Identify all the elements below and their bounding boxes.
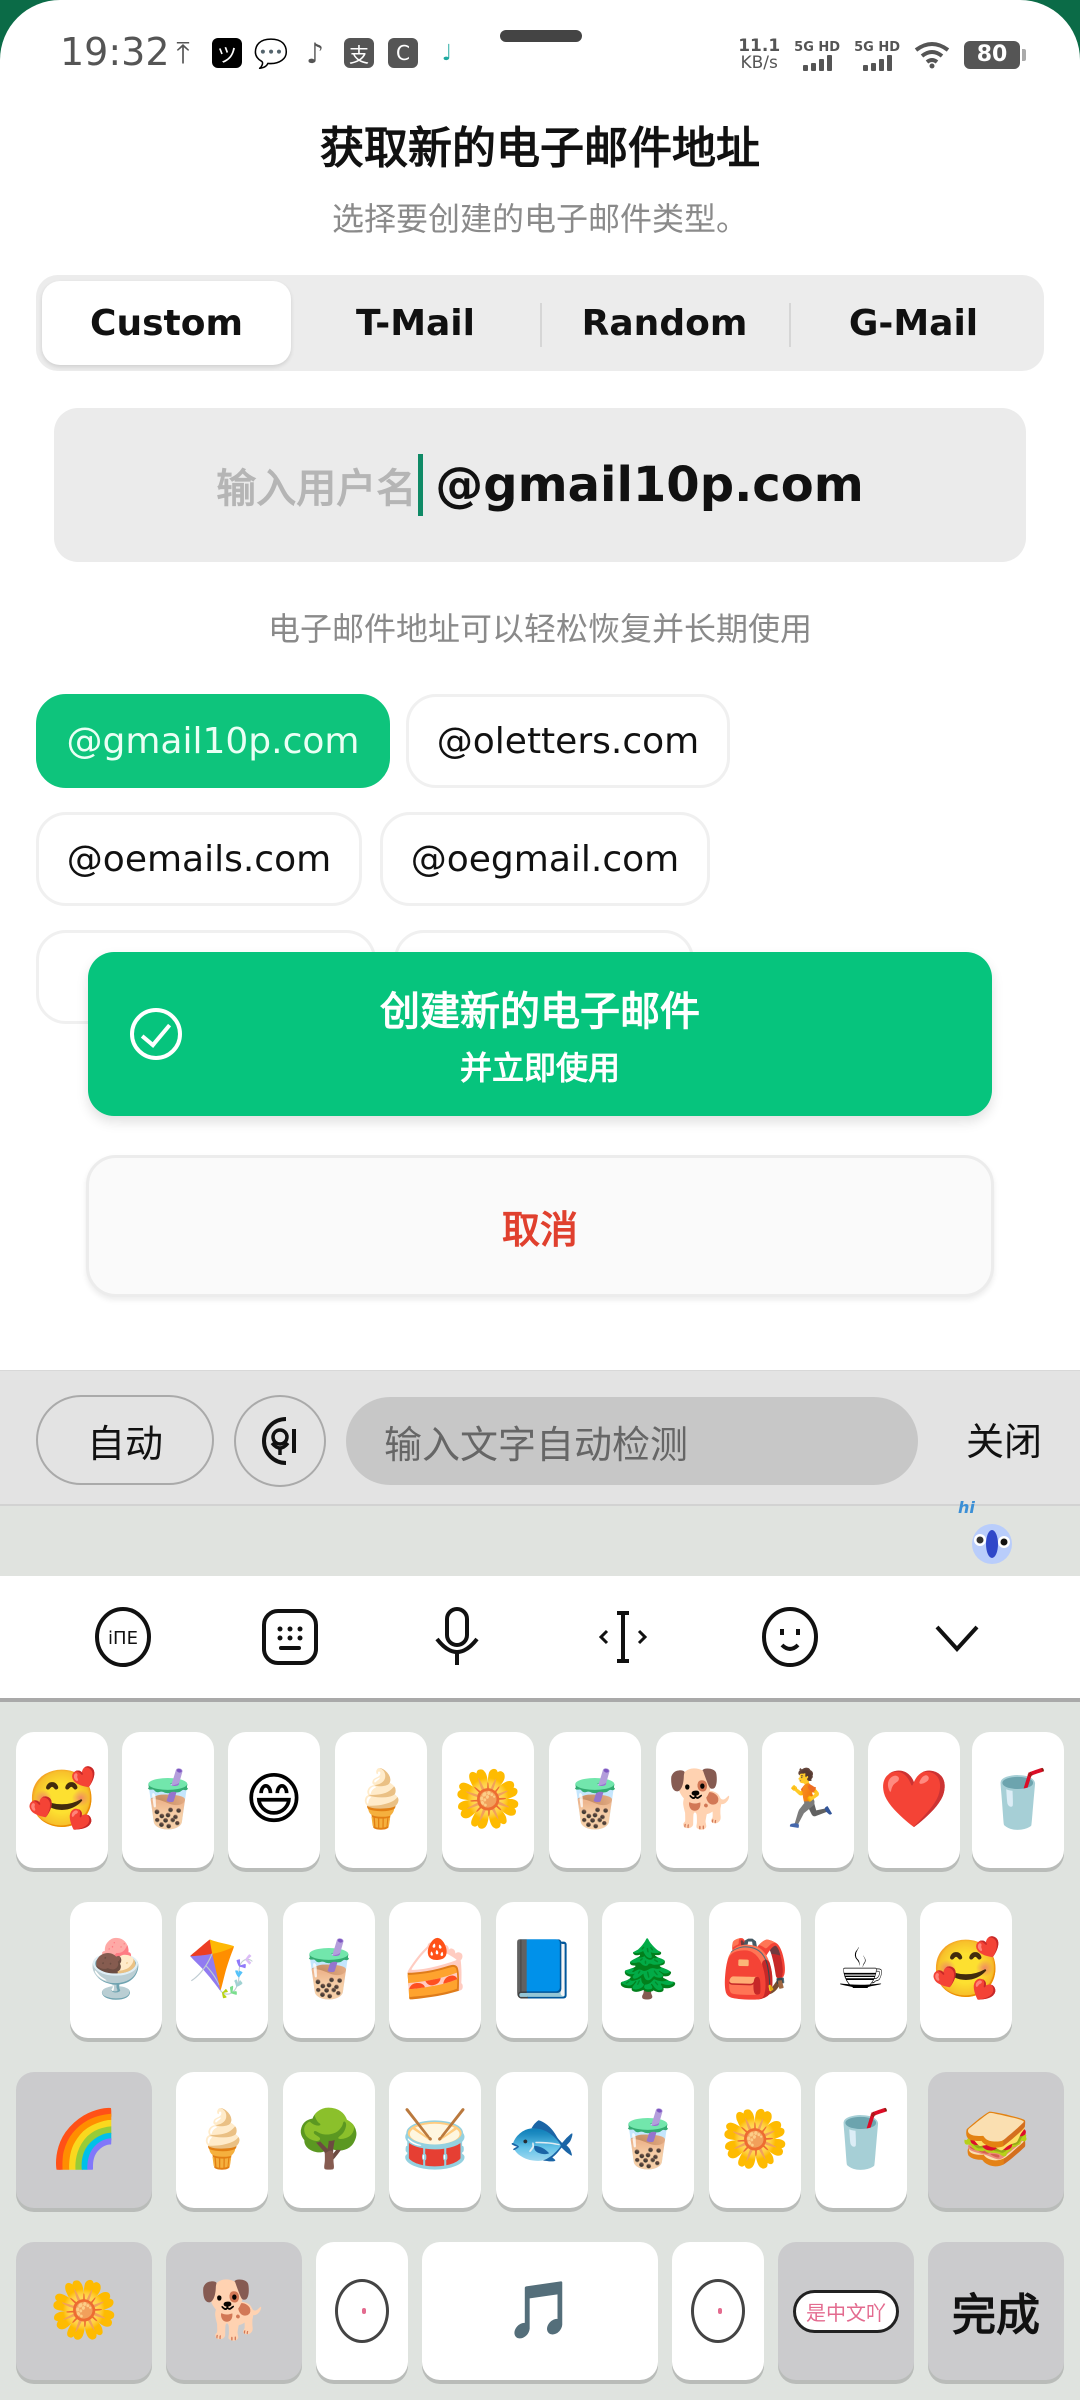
sticker-key[interactable]: 😄 — [228, 1732, 320, 1868]
mascot-strip: hi — [0, 1498, 1080, 1576]
domain-chip[interactable]: @oemails.com — [36, 812, 362, 906]
sticker-key[interactable]: 🌳 — [283, 2072, 375, 2208]
sticker-key[interactable]: 🥰 — [920, 1902, 1012, 2038]
email-creation-sheet: 19:32 ⤒ ツ 💬 ♪ 支 C ♩ 11.1 KB/s 5G HD 5G H… — [0, 0, 1080, 2400]
microphone-icon[interactable] — [427, 1607, 487, 1667]
status-time: 19:32 — [60, 30, 170, 74]
sticker-key[interactable]: ☕ — [815, 1902, 907, 2038]
ime-translate-bar: 自动 输入文字自动检测 关闭 — [0, 1370, 1080, 1506]
check-circle-icon — [130, 1008, 182, 1060]
sticker-key[interactable]: 📘 — [496, 1902, 588, 2038]
speech-bubble-key[interactable] — [316, 2242, 408, 2380]
upload-icon: ⤒ — [176, 35, 190, 71]
create-button-label: 创建新的电子邮件 — [380, 989, 700, 1035]
create-email-button[interactable]: 创建新的电子邮件 并立即使用 — [88, 952, 992, 1116]
voice-translate-button[interactable] — [234, 1395, 326, 1487]
domain-suffix: @gmail10p.com — [435, 457, 864, 513]
cancel-button[interactable]: 取消 — [86, 1155, 994, 1297]
tab-g-mail[interactable]: G-Mail — [789, 281, 1038, 365]
sticker-key[interactable]: 🧋 — [122, 1732, 214, 1868]
sim1-signal: 5G HD — [794, 40, 840, 71]
sticker-key[interactable]: 🐟 — [496, 2072, 588, 2208]
cursor-icon[interactable] — [593, 1607, 653, 1667]
sticker-key[interactable]: ❤️ — [868, 1732, 960, 1868]
voice-mic-icon — [262, 1417, 296, 1465]
sticker-key[interactable]: 🌼 — [709, 2072, 801, 2208]
text-caret — [418, 454, 424, 516]
sticker-key[interactable]: 🌈 — [16, 2072, 152, 2208]
username-placeholder: 输入用户名 — [216, 466, 417, 512]
sticker-key[interactable]: 🥰 — [16, 1732, 108, 1868]
sticker-key[interactable]: 🧋 — [549, 1732, 641, 1868]
sticker-key[interactable]: 🐕 — [166, 2242, 302, 2380]
sticker-key[interactable]: 🌼 — [442, 1732, 534, 1868]
wifi-icon — [914, 42, 950, 69]
auto-language-button[interactable]: 自动 — [36, 1395, 214, 1485]
speech-bubble-icon — [335, 2279, 389, 2343]
collapse-chevron-icon[interactable] — [927, 1607, 987, 1667]
sticker-key[interactable]: 🍦 — [176, 2072, 268, 2208]
sticker-key[interactable]: 🥤 — [815, 2072, 907, 2208]
speech-bubble-key[interactable] — [672, 2242, 764, 2380]
translate-icon[interactable]: iΠE — [93, 1607, 153, 1667]
hint-text: 电子邮件地址可以轻松恢复并长期使用 — [267, 610, 812, 648]
sticker-key[interactable]: 🧋 — [283, 1902, 375, 2038]
sticker-key[interactable]: 🪁 — [176, 1902, 268, 2038]
sticker-key[interactable]: 🍰 — [389, 1902, 481, 2038]
sticker-key[interactable]: 🥪 — [928, 2072, 1064, 2208]
ime-mascot[interactable]: hi — [958, 1498, 1018, 1570]
mascot-icon — [972, 1524, 1012, 1564]
email-type-tabs: Custom T-Mail Random G-Mail — [36, 275, 1044, 371]
ime-text-input[interactable]: 输入文字自动检测 — [346, 1397, 918, 1485]
chinese-mode-key[interactable]: 是中文吖 — [778, 2242, 914, 2380]
wechat-icon: 💬 — [253, 36, 289, 70]
sheet-drag-handle[interactable] — [500, 30, 582, 42]
sticker-key[interactable]: 🎒 — [709, 1902, 801, 2038]
sticker-key[interactable]: 🥤 — [972, 1732, 1064, 1868]
domain-chip[interactable]: @oletters.com — [406, 694, 730, 788]
sticker-key[interactable]: 🍦 — [335, 1732, 427, 1868]
tab-random[interactable]: Random — [540, 281, 789, 365]
sticker-keyboard: 🥰 🧋 😄 🍦 🌼 🧋 🐕 🏃 ❤️ 🥤 🍨 🪁 🧋 🍰 📘 🌲 🎒 ☕ 🥰 🌈… — [0, 1702, 1080, 2400]
speech-bubble-icon — [691, 2279, 745, 2343]
status-bar: 19:32 ⤒ ツ 💬 ♪ 支 C ♩ 11.1 KB/s 5G HD 5G H… — [0, 0, 1080, 100]
tab-t-mail[interactable]: T-Mail — [291, 281, 540, 365]
system-indicators: 11.1 KB/s 5G HD 5G HD 80 — [738, 36, 1026, 73]
battery-indicator: 80 — [964, 41, 1026, 69]
tab-custom[interactable]: Custom — [42, 281, 291, 365]
camera-app-icon: ツ — [212, 38, 242, 68]
sticker-key[interactable]: 🌼 — [16, 2242, 152, 2380]
sticker-key[interactable]: 🐕 — [656, 1732, 748, 1868]
close-translate-button[interactable]: 关闭 — [966, 1411, 1042, 1466]
bank-app-icon: C — [388, 38, 418, 68]
sticker-key[interactable]: 🧋 — [602, 2072, 694, 2208]
ime-toolbar: iΠE — [0, 1576, 1080, 1702]
music-note-icon: ♩ — [441, 40, 453, 66]
create-button-sublabel: 并立即使用 — [459, 1049, 620, 1087]
domain-chip[interactable]: @oegmail.com — [380, 812, 710, 906]
keyboard-icon[interactable] — [260, 1607, 320, 1667]
sticker-key[interactable]: 🌲 — [602, 1902, 694, 2038]
space-sticker-key[interactable]: 🎵 — [422, 2242, 658, 2380]
signal-bars-icon — [862, 54, 892, 71]
page-subtitle: 选择要创建的电子邮件类型。 — [331, 200, 748, 238]
domain-chip[interactable]: @gmail10p.com — [36, 694, 390, 788]
done-key[interactable]: 完成 — [928, 2242, 1064, 2380]
username-input[interactable]: 输入用户名 @gmail10p.com — [54, 408, 1026, 562]
alipay-icon: 支 — [344, 38, 374, 68]
sticker-key[interactable]: 🥁 — [389, 2072, 481, 2208]
tiktok-icon: ♪ — [306, 36, 324, 70]
sim2-signal: 5G HD — [854, 40, 900, 71]
notification-icons: ⤒ ツ 💬 ♪ 支 C ♩ — [168, 35, 462, 71]
svg-text:iΠE: iΠE — [108, 1628, 138, 1649]
network-speed: 11.1 KB/s — [738, 36, 781, 73]
page-title: 获取新的电子邮件地址 — [320, 123, 760, 174]
sticker-key[interactable]: 🏃 — [762, 1732, 854, 1868]
emoji-icon[interactable] — [760, 1607, 820, 1667]
sticker-key[interactable]: 🍨 — [70, 1902, 162, 2038]
signal-bars-icon — [802, 54, 832, 71]
